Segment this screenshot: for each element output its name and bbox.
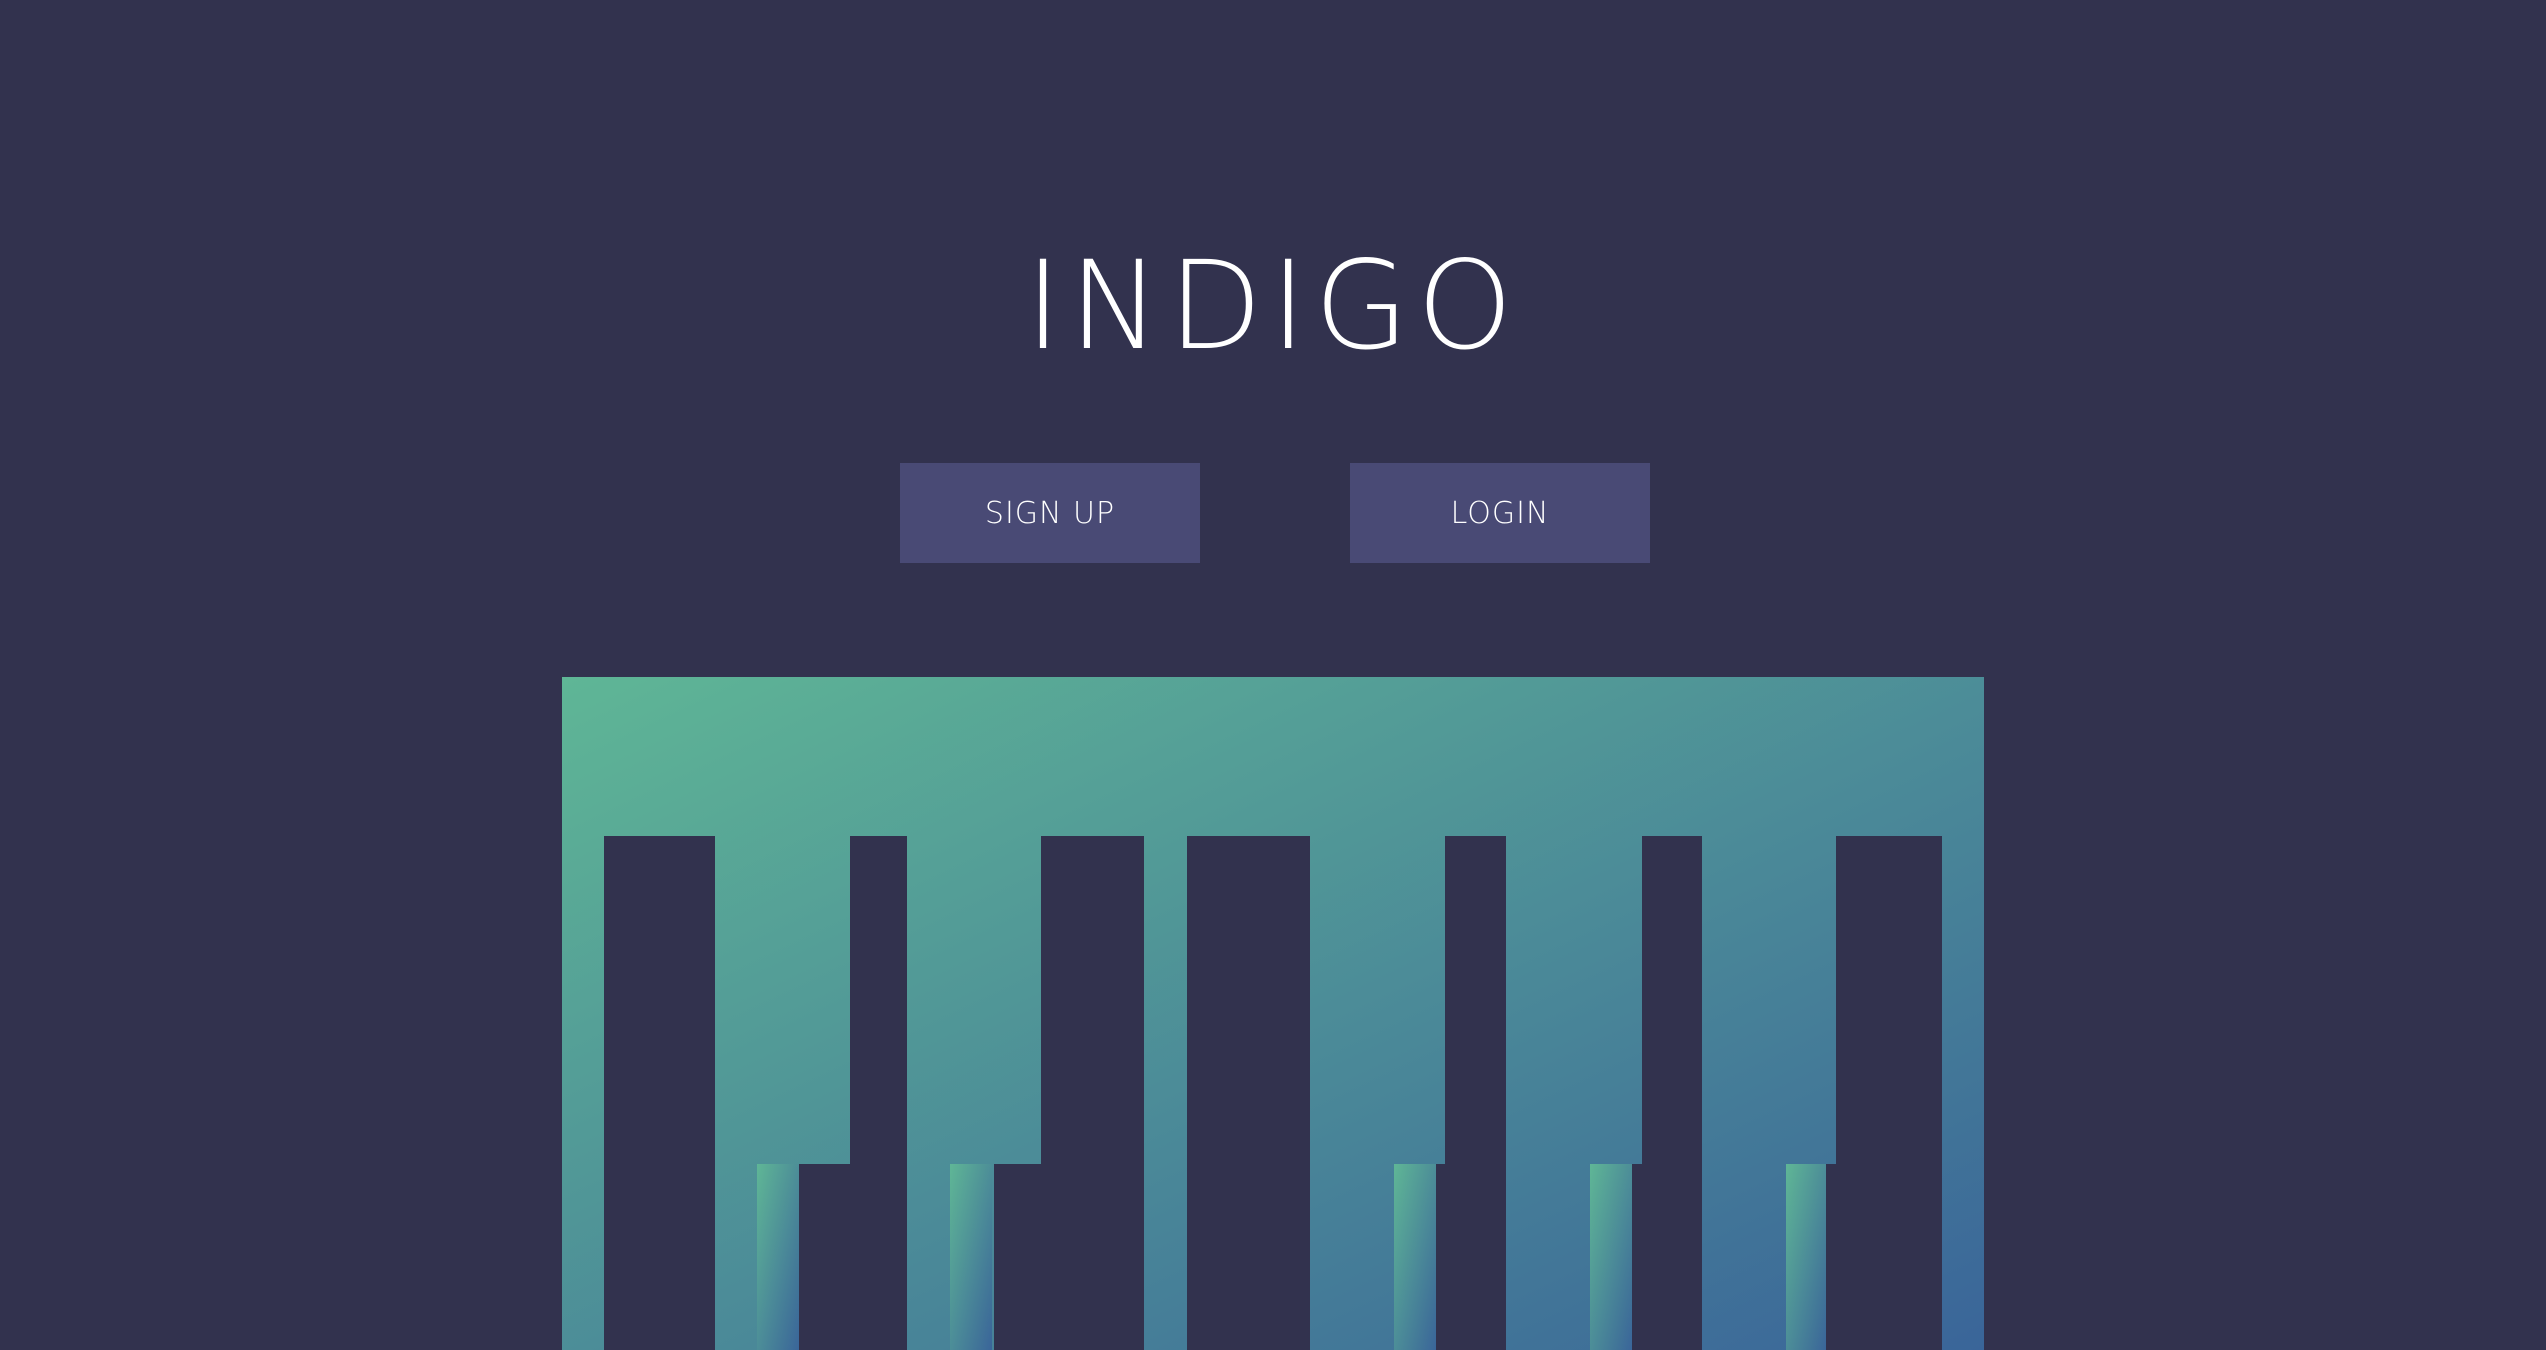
login-button[interactable]: LOGIN xyxy=(1350,463,1650,563)
key-stem-5 xyxy=(1786,1164,1826,1350)
sign-up-button[interactable]: SIGN UP xyxy=(900,463,1200,563)
key-stem-2 xyxy=(950,1164,992,1350)
piano-keys-graphic xyxy=(562,677,1984,1350)
key-slot-4 xyxy=(1187,836,1310,1350)
key-stem-4 xyxy=(1590,1164,1632,1350)
key-stem-3 xyxy=(1394,1164,1436,1350)
piano-keys-icon xyxy=(562,677,1984,1350)
app-title: INDIGO xyxy=(1025,235,1521,377)
key-stem-1 xyxy=(757,1164,799,1350)
key-slot-1 xyxy=(604,836,715,1350)
landing-page: INDIGO SIGN UP LOGIN xyxy=(0,0,2546,1350)
